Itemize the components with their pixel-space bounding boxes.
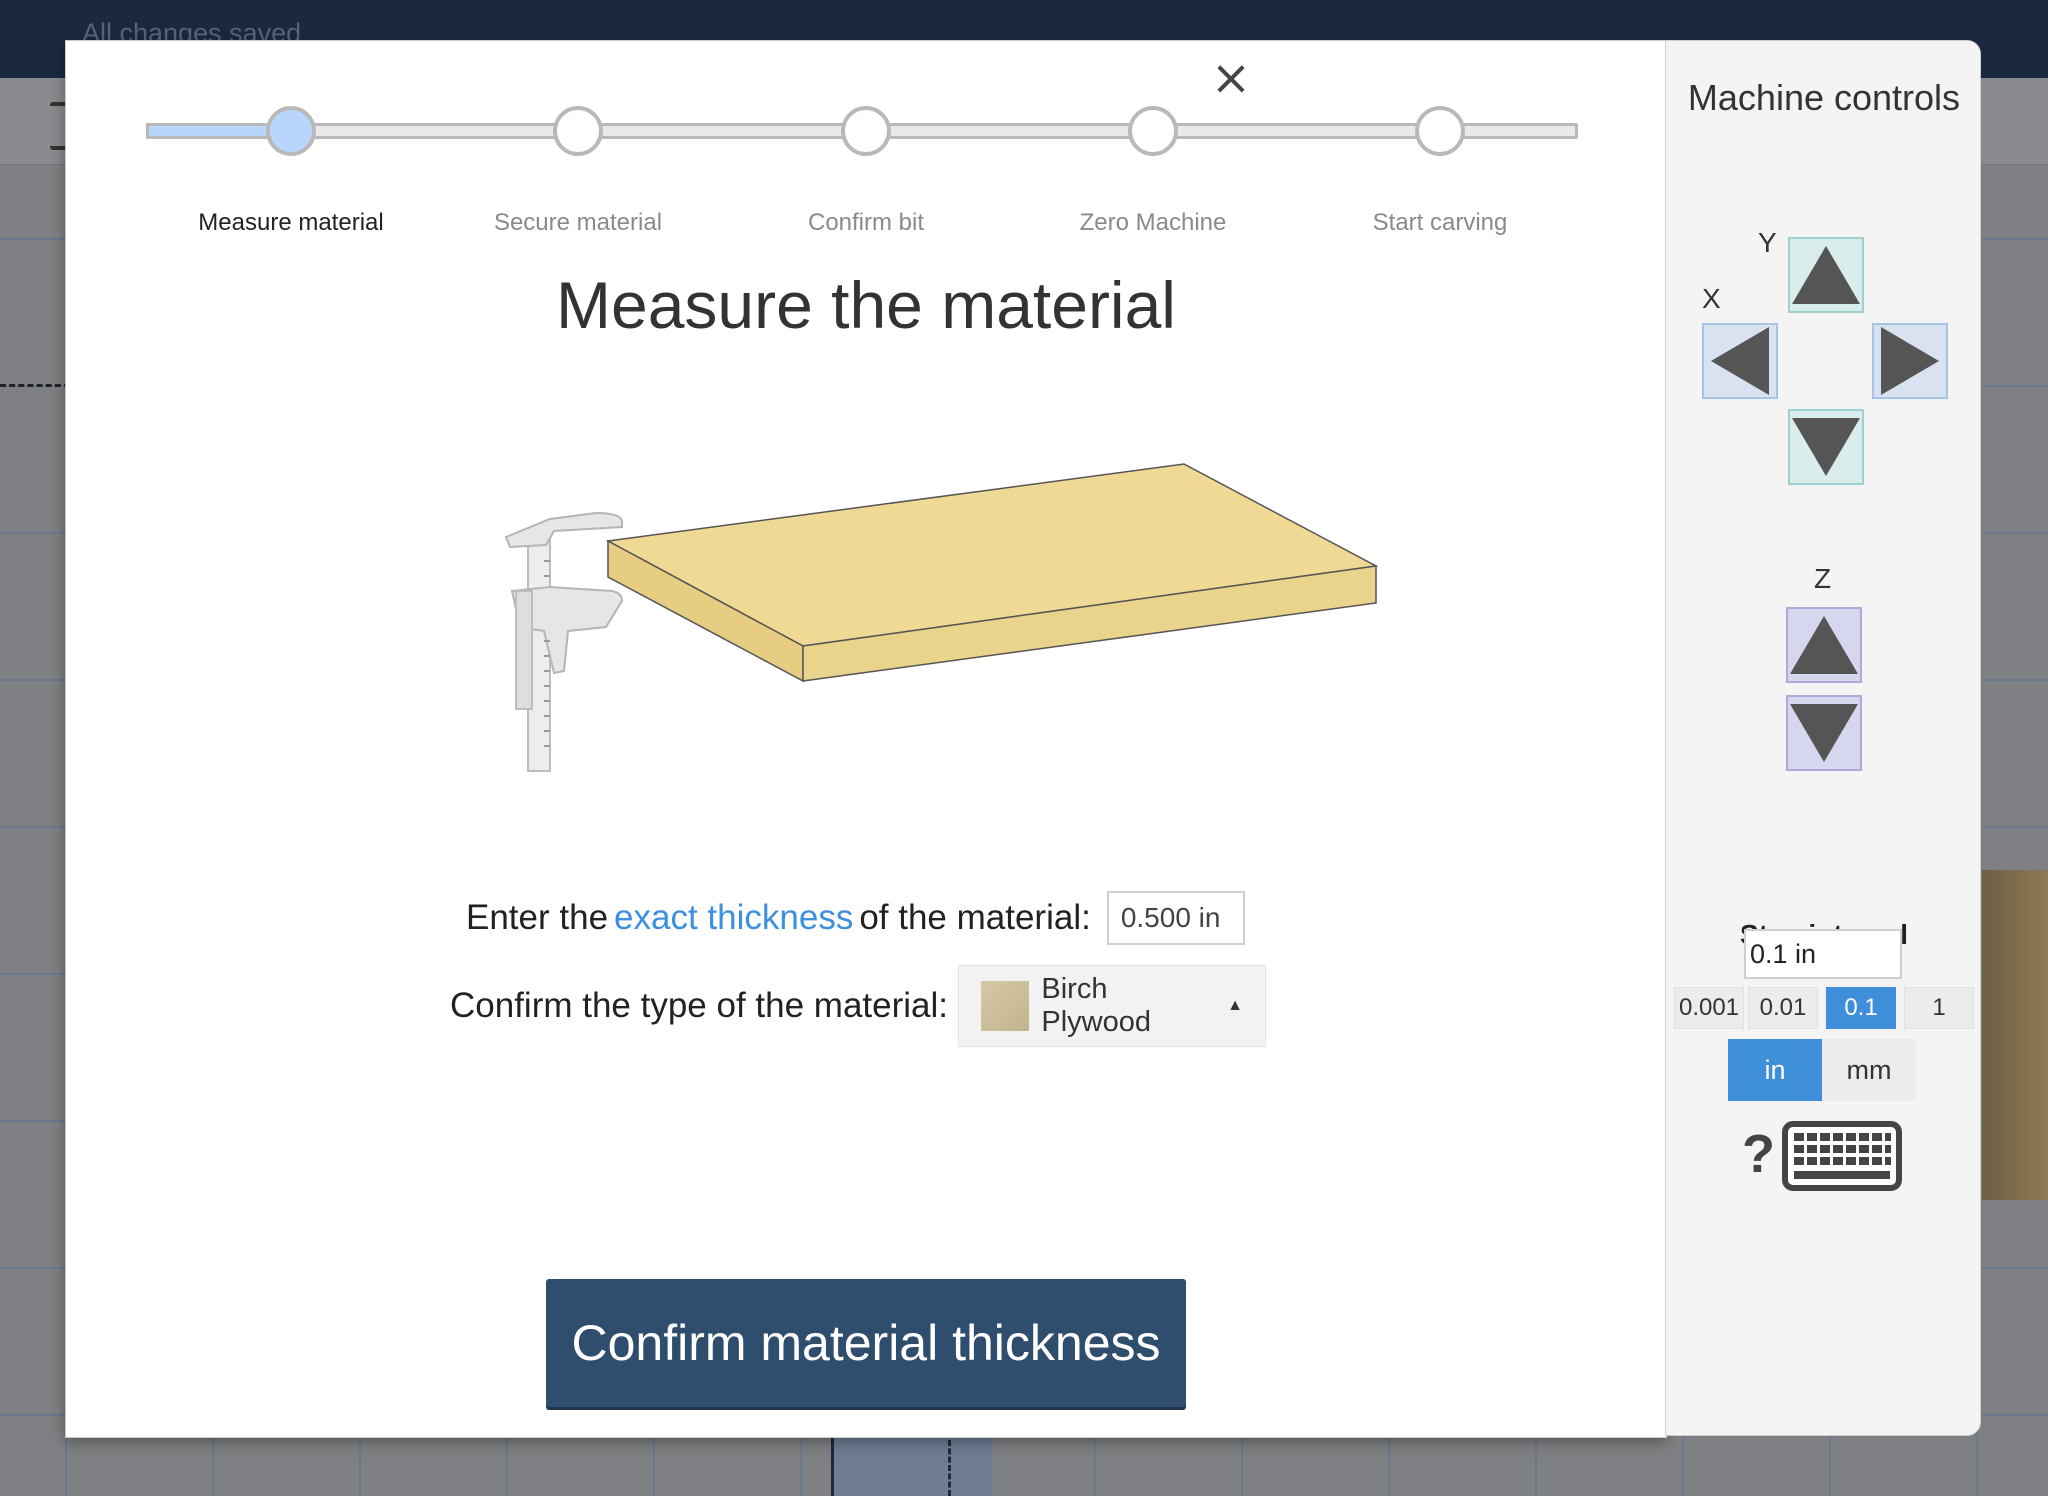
y-axis-label: Y <box>1758 227 1777 258</box>
canvas-dashed-line <box>948 1440 951 1496</box>
step-dot-secure-material[interactable] <box>553 106 603 156</box>
step-label-confirm-bit: Confirm bit <box>807 209 925 236</box>
material-type-prompt: Confirm the type of the material: <box>450 986 948 1025</box>
page-title: Measure the material <box>556 268 1176 342</box>
caret-up-icon: ▲ <box>1227 997 1243 1014</box>
unit-in-button[interactable]: in <box>1728 1039 1822 1101</box>
thickness-input[interactable]: 0.500 in <box>1106 891 1245 945</box>
unit-mm-button[interactable]: mm <box>1822 1039 1916 1101</box>
jog-y-minus-button[interactable] <box>1788 409 1864 485</box>
material-type-value: Birch Plywood <box>1041 973 1151 1038</box>
help-icon[interactable]: ? <box>1742 1123 1775 1185</box>
interval-0.1-button[interactable]: 0.1 <box>1826 987 1896 1029</box>
interval-0.01-button[interactable]: 0.01 <box>1748 987 1818 1029</box>
thickness-row: Enter the exact thickness of the materia… <box>466 891 1245 945</box>
close-icon[interactable]: × <box>1206 53 1256 103</box>
keyboard-icon[interactable] <box>1782 1121 1902 1191</box>
step-dot-confirm-bit[interactable] <box>841 106 891 156</box>
step-label-start-carving: Start carving <box>1372 209 1508 236</box>
jog-x-plus-button[interactable] <box>1872 323 1948 399</box>
step-label-zero-machine: Zero Machine <box>1079 209 1227 236</box>
confirm-thickness-button[interactable]: Confirm material thickness <box>546 1279 1186 1407</box>
plywood-board-icon <box>605 463 1379 683</box>
interval-0.001-button[interactable]: 0.001 <box>1674 987 1744 1029</box>
material-type-select[interactable]: Birch Plywood ▲ <box>958 965 1266 1047</box>
step-dot-measure-material[interactable] <box>266 106 316 156</box>
material-swatch <box>981 981 1030 1031</box>
arrow-down-icon <box>1790 704 1858 762</box>
caliper-icon <box>504 511 624 772</box>
x-axis-label: X <box>1702 283 1721 314</box>
arrow-right-icon <box>1881 327 1939 395</box>
arrow-up-icon <box>1792 246 1860 304</box>
arrow-up-icon <box>1790 616 1858 674</box>
step-label-secure-material: Secure material <box>493 209 663 236</box>
jog-z-minus-button[interactable] <box>1786 695 1862 771</box>
arrow-down-icon <box>1792 418 1860 476</box>
step-label-measure-material: Measure material <box>198 209 384 236</box>
carve-wizard-modal: × Measure material Secure material Confi… <box>65 40 1667 1438</box>
machine-controls-panel: Machine controls Y X Z Step interval 0.1… <box>1665 40 1981 1436</box>
step-dot-start-carving[interactable] <box>1415 106 1465 156</box>
step-interval-input[interactable]: 0.1 in <box>1744 929 1902 979</box>
thickness-prompt: Enter the <box>466 898 609 937</box>
jog-y-plus-button[interactable] <box>1788 237 1864 313</box>
jog-z-plus-button[interactable] <box>1786 607 1862 683</box>
canvas-guide-line <box>0 384 70 387</box>
thickness-prompt-suffix: of the material: <box>859 898 1091 937</box>
canvas-shape <box>833 1430 993 1496</box>
material-type-row: Confirm the type of the material: Birch … <box>450 965 1266 1047</box>
exact-thickness-link[interactable]: exact thickness <box>614 898 853 938</box>
step-dot-zero-machine[interactable] <box>1128 106 1178 156</box>
z-axis-label: Z <box>1814 563 1832 594</box>
interval-1-button[interactable]: 1 <box>1904 987 1974 1029</box>
arrow-left-icon <box>1711 327 1769 395</box>
material-measure-illustration <box>504 463 1379 772</box>
material-preview <box>1982 870 2048 1200</box>
machine-controls-title: Machine controls <box>1687 77 1961 118</box>
jog-x-minus-button[interactable] <box>1702 323 1778 399</box>
